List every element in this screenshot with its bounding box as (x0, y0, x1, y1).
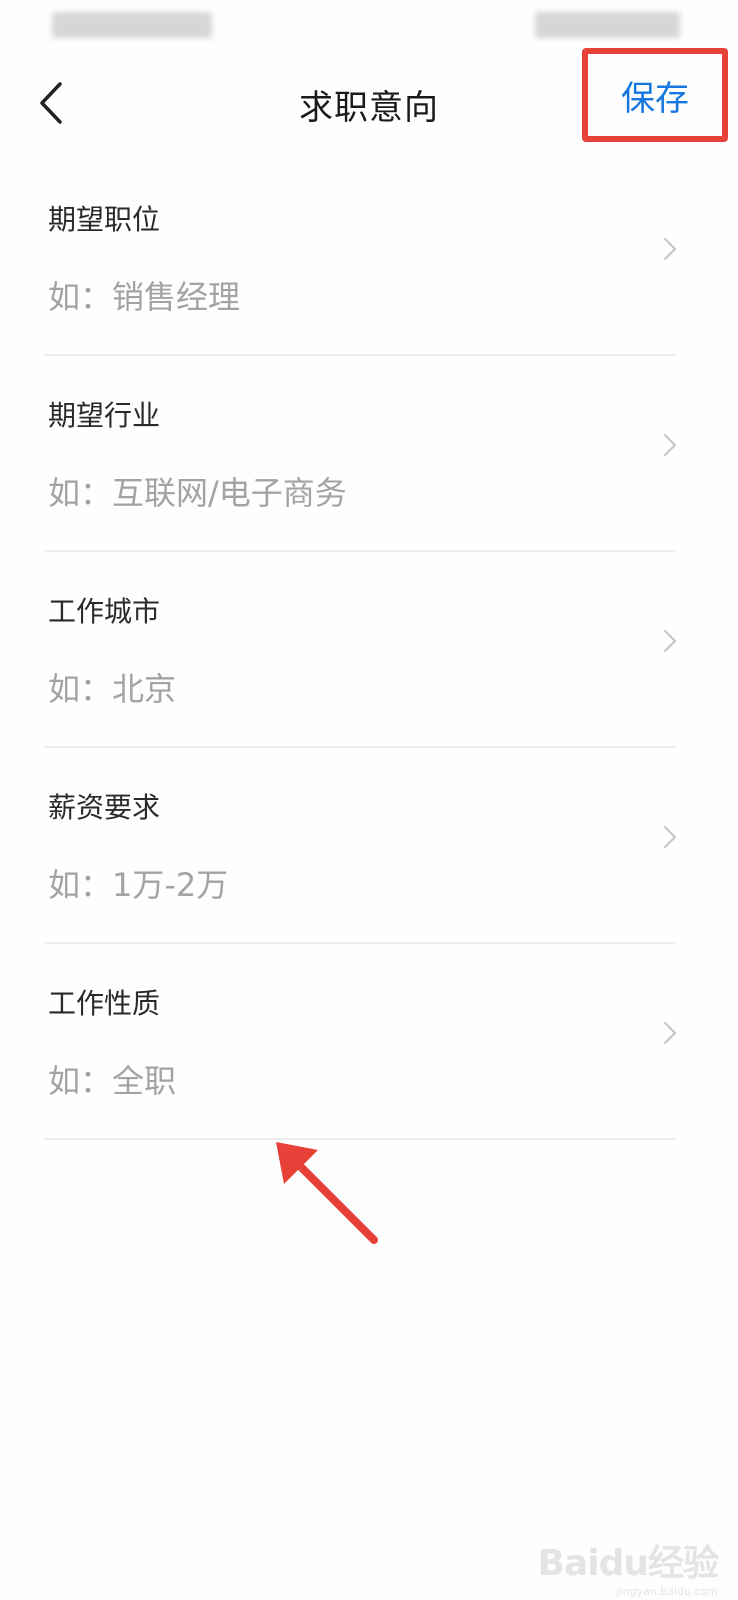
form-item-position[interactable]: 期望职位 如：销售经理 (44, 160, 676, 356)
field-placeholder: 如：1万-2万 (48, 866, 229, 904)
form-item-salary[interactable]: 薪资要求 如：1万-2万 (44, 748, 676, 944)
form-item-job-type[interactable]: 工作性质 如：全职 (44, 944, 676, 1140)
job-intention-form: 期望职位 如：销售经理 期望行业 如：互联网/电子商务 工作城市 如：北京 薪资… (0, 160, 738, 1140)
watermark: Baidu经验 jingyan.baidu.com (537, 1534, 719, 1598)
watermark-logo: Baidu经验 (537, 1543, 719, 1584)
field-label: 薪资要求 (48, 791, 161, 824)
status-bar-left-blurred (52, 12, 212, 38)
form-item-city[interactable]: 工作城市 如：北京 (44, 552, 676, 748)
field-label: 工作城市 (48, 595, 161, 628)
field-label: 期望职位 (48, 203, 161, 236)
save-button-label: 保存 (621, 78, 689, 119)
watermark-url: jingyan.baidu.com (616, 1585, 718, 1598)
field-label: 期望行业 (48, 399, 161, 432)
status-bar (0, 0, 738, 50)
chevron-right-icon (664, 630, 676, 652)
job-intention-screen: 求职意向 保存 期望职位 如：销售经理 期望行业 如：互联网/电子商务 工作城市… (0, 0, 738, 1600)
status-bar-right-blurred (535, 12, 680, 38)
nav-bar: 求职意向 保存 (0, 48, 738, 160)
chevron-right-icon (664, 1022, 676, 1044)
field-placeholder: 如：全职 (48, 1062, 177, 1100)
field-label: 工作性质 (48, 987, 161, 1020)
chevron-right-icon (664, 238, 676, 260)
field-placeholder: 如：北京 (48, 670, 177, 708)
field-placeholder: 如：销售经理 (48, 278, 241, 316)
form-item-industry[interactable]: 期望行业 如：互联网/电子商务 (44, 356, 676, 552)
chevron-right-icon (664, 434, 676, 456)
save-button[interactable]: 保存 (582, 48, 728, 142)
chevron-right-icon (664, 826, 676, 848)
field-placeholder: 如：互联网/电子商务 (48, 474, 347, 512)
annotation-arrow-icon (276, 1142, 378, 1244)
